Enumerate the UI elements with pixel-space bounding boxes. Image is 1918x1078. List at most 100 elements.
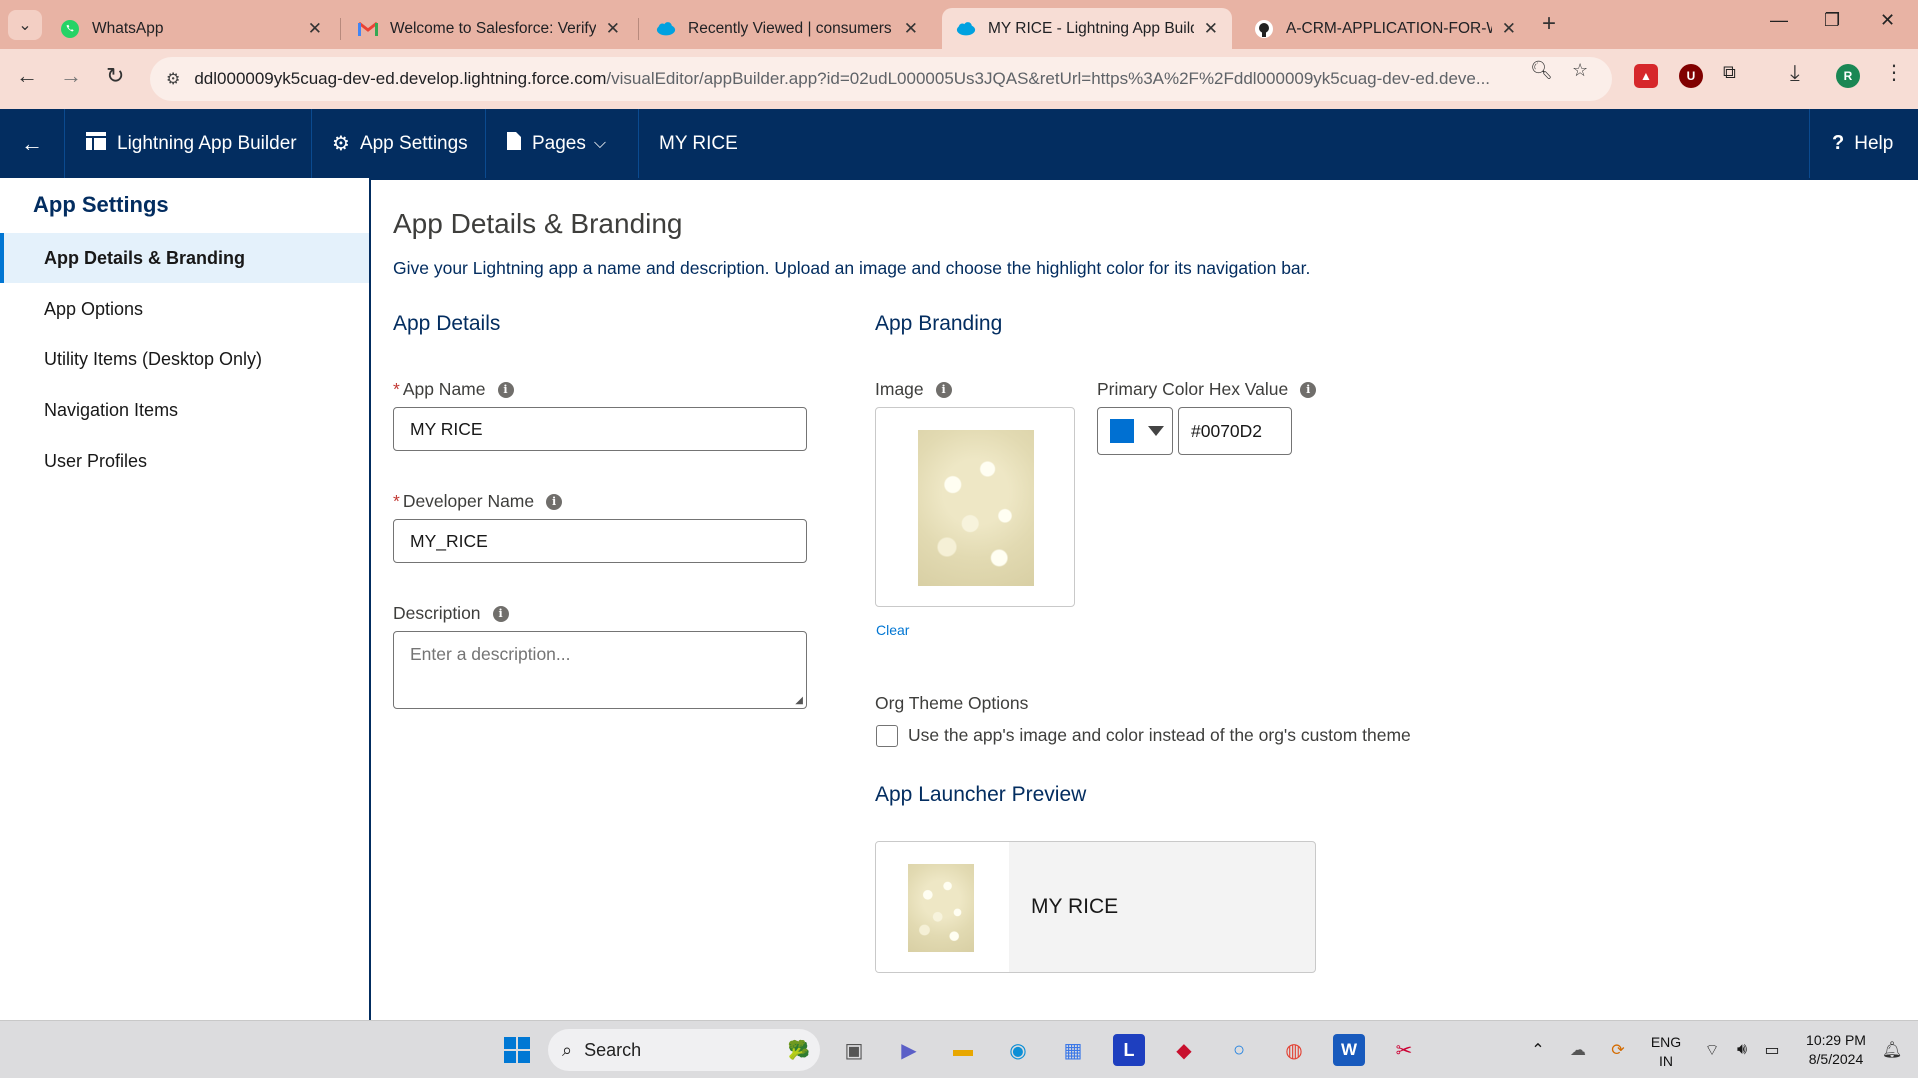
info-icon[interactable]: i — [492, 605, 509, 622]
close-icon[interactable]: ✕ — [606, 19, 620, 39]
help-button[interactable]: ? Help — [1809, 109, 1918, 178]
teams-chat-icon[interactable]: ▶ — [893, 1034, 925, 1066]
minimize-icon[interactable]: — — [1770, 10, 1788, 31]
word-icon[interactable]: W — [1333, 1034, 1365, 1066]
file-explorer-icon[interactable]: ▬ — [947, 1034, 979, 1066]
required-asterisk: * — [393, 491, 400, 511]
notification-bell-icon[interactable]: 🔔︎ — [1876, 1034, 1908, 1066]
app-settings-button[interactable]: ⚙ App Settings — [312, 109, 486, 178]
org-theme-checkbox[interactable] — [876, 725, 898, 747]
new-tab-button[interactable]: + — [1542, 10, 1556, 38]
bookmark-star-icon[interactable]: ☆ — [1572, 60, 1588, 81]
info-icon[interactable]: i — [1300, 381, 1317, 398]
tab-title: WhatsApp — [92, 19, 164, 37]
app-launcher-preview: MY RICE — [875, 841, 1316, 973]
extensions-puzzle-icon[interactable]: ⧉ — [1723, 62, 1736, 83]
site-settings-icon[interactable]: ⚙ — [166, 69, 180, 89]
arrow-left-icon: ← — [21, 130, 43, 156]
browser-menu-icon[interactable]: ⋮ — [1884, 60, 1904, 85]
resize-handle-icon[interactable]: ◢ — [795, 695, 803, 706]
restore-icon[interactable]: ❐ — [1824, 10, 1840, 31]
volume-icon[interactable]: 🔊︎ — [1726, 1034, 1758, 1066]
wifi-icon[interactable]: ⌔ — [1696, 1034, 1728, 1066]
windows-start-icon[interactable] — [501, 1034, 533, 1066]
sync-icon[interactable]: ⟳ — [1602, 1034, 1634, 1066]
info-icon[interactable]: i — [546, 493, 563, 510]
description-textarea[interactable]: Enter a description... ◢ — [393, 631, 807, 709]
color-picker-button[interactable] — [1097, 407, 1173, 455]
pages-dropdown[interactable]: Pages ⌵ — [486, 109, 639, 178]
task-view-icon[interactable]: ▣ — [838, 1034, 870, 1066]
app-image-upload[interactable] — [875, 407, 1075, 607]
battery-icon[interactable]: ▭ — [1756, 1034, 1788, 1066]
description-label: Description i — [393, 603, 509, 624]
info-icon[interactable]: i — [497, 381, 514, 398]
window-close-icon[interactable]: ✕ — [1880, 10, 1895, 31]
back-to-setup-button[interactable]: ← — [0, 109, 65, 178]
app-name-input[interactable]: MY RICE — [393, 407, 807, 451]
page-description: Give your Lightning app a name and descr… — [393, 258, 1311, 278]
language-indicator[interactable]: ENG IN — [1650, 1033, 1682, 1071]
browser-tab-github[interactable]: A-CRM-APPLICATION-FOR-WH ✕ — [1240, 8, 1530, 49]
region-code: IN — [1659, 1053, 1673, 1069]
info-icon[interactable]: i — [935, 381, 952, 398]
tab-divider — [638, 18, 639, 40]
browser-tab-lightning-app-builder[interactable]: MY RICE - Lightning App Builde ✕ — [942, 8, 1232, 49]
url-text: ddl000009yk5cuag-dev-ed.develop.lightnin… — [194, 69, 1514, 89]
sidebar-item-label: App Options — [44, 298, 144, 319]
microsoft-store-icon[interactable]: ▦ — [1057, 1034, 1089, 1066]
address-bar[interactable]: ⚙ ddl000009yk5cuag-dev-ed.develop.lightn… — [150, 57, 1612, 101]
reload-icon[interactable]: ↻ — [106, 63, 124, 89]
app-details-heading: App Details — [393, 312, 501, 335]
ublock-extension-icon[interactable]: U — [1679, 64, 1703, 88]
download-icon[interactable]: ⤓ — [1790, 60, 1800, 86]
close-icon[interactable]: ✕ — [904, 19, 918, 39]
forward-icon[interactable]: → — [60, 63, 82, 89]
close-icon[interactable]: ✕ — [1204, 19, 1218, 39]
clock[interactable]: 10:29 PM 8/5/2024 — [1796, 1031, 1876, 1069]
developer-name-input[interactable]: MY_RICE — [393, 519, 807, 563]
edge-browser-icon[interactable]: ◉ — [1002, 1034, 1034, 1066]
browser-tab-recently-viewed[interactable]: Recently Viewed | consumers | S ✕ — [642, 8, 932, 49]
developer-name-label-text: Developer Name — [402, 491, 535, 511]
show-hidden-icons-chevron-up-icon[interactable]: ⌃ — [1522, 1034, 1554, 1066]
close-icon[interactable]: ✕ — [1502, 19, 1516, 39]
org-theme-checkbox-label[interactable]: Use the app's image and color instead of… — [908, 725, 1411, 746]
tab-title: Recently Viewed | consumers | S — [688, 19, 894, 37]
app-name-label: MY RICE — [659, 132, 738, 154]
tab-divider — [340, 18, 341, 40]
zoom-icon[interactable]: 🔍︎ — [1530, 60, 1553, 81]
cortana-icon[interactable]: ○ — [1223, 1034, 1255, 1066]
sidebar-item-navigation-items[interactable]: Navigation Items — [0, 385, 369, 435]
primary-color-hex-input[interactable]: #0070D2 — [1178, 407, 1292, 455]
taskbar-search-label: Search — [584, 1039, 642, 1060]
chrome-icon[interactable]: ◍ — [1278, 1034, 1310, 1066]
tab-title: Welcome to Salesforce: Verify y — [390, 19, 596, 37]
back-icon[interactable]: ← — [16, 63, 38, 89]
url-path: /visualEditor/appBuilder.app?id=02udL000… — [606, 69, 1491, 88]
salesforce-cloud-icon — [656, 19, 676, 39]
sidebar-item-app-details-branding[interactable]: App Details & Branding — [0, 233, 369, 283]
app-branding-heading: App Branding — [875, 312, 1003, 335]
clear-image-link[interactable]: Clear — [876, 622, 909, 638]
sidebar-item-utility-items[interactable]: Utility Items (Desktop Only) — [0, 334, 369, 384]
sidebar-title: App Settings — [33, 192, 169, 217]
mcafee-icon[interactable]: ◆ — [1168, 1034, 1200, 1066]
language-code: ENG — [1650, 1034, 1682, 1050]
snipping-tool-icon[interactable]: ✂ — [1388, 1034, 1420, 1066]
taskbar-search[interactable]: ⌕ Search 🥦 — [548, 1029, 820, 1071]
sidebar-item-app-options[interactable]: App Options — [0, 284, 369, 334]
l-app-icon[interactable]: L — [1113, 1034, 1145, 1066]
rice-image — [918, 430, 1034, 586]
close-icon[interactable]: ✕ — [308, 19, 322, 39]
browser-tab-whatsapp[interactable]: WhatsApp ✕ — [46, 8, 336, 49]
preview-image-area — [876, 842, 1009, 972]
profile-avatar[interactable]: R — [1836, 64, 1860, 88]
tab-search-menu-button[interactable]: ⌄ — [8, 10, 42, 40]
sidebar-item-user-profiles[interactable]: User Profiles — [0, 436, 369, 486]
lightning-app-builder-menu[interactable]: Lightning App Builder — [65, 109, 312, 178]
adblock-extension-icon[interactable]: ▲ — [1634, 64, 1658, 88]
description-label-text: Description — [393, 603, 481, 623]
browser-tab-gmail[interactable]: Welcome to Salesforce: Verify y ✕ — [344, 8, 634, 49]
cloud-offline-icon[interactable]: ☁ — [1562, 1034, 1594, 1066]
